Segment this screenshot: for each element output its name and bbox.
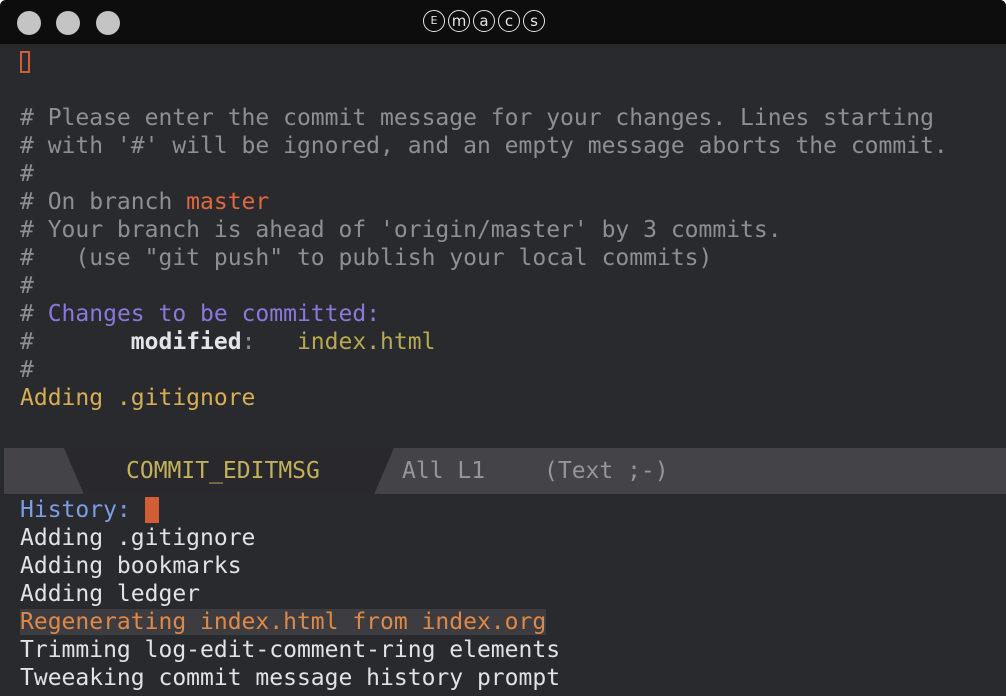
branch-prefix: # On branch	[20, 189, 187, 215]
history-item-label: Adding .gitignore	[20, 525, 256, 551]
history-item-label: Adding ledger	[20, 581, 201, 607]
text-cursor	[20, 51, 30, 73]
maximize-button[interactable]	[96, 11, 120, 35]
major-mode: (Text ;-)	[544, 458, 669, 484]
history-prompt: History:	[20, 497, 131, 523]
minimize-button[interactable]	[56, 11, 80, 35]
title-bar: E m a c s	[0, 0, 1006, 44]
history-item[interactable]: Adding ledger	[20, 580, 1006, 608]
comment-line: #	[20, 357, 34, 383]
emacs-window: E m a c s # Please enter the commit mess…	[0, 0, 1006, 696]
history-item-label: Tweeaking commit message history prompt	[20, 665, 561, 691]
comment-line: # with '#' will be ignored, and an empty…	[20, 133, 948, 159]
cursor-line[interactable]	[20, 48, 1006, 76]
minibuffer[interactable]: History: Adding .gitignore Adding bookma…	[20, 496, 1006, 692]
modified-file-line: # modified: index.html	[20, 328, 1006, 356]
history-item-label: Trimming log-edit-comment-ring elements	[20, 637, 561, 663]
title-letter: s	[523, 10, 545, 32]
push-hint-line: # (use "git push" to publish your local …	[20, 245, 713, 271]
changes-header: Changes to be committed:	[47, 301, 381, 327]
history-item[interactable]: Adding .gitignore	[20, 524, 1006, 552]
comment-line: # Please enter the commit message for yo…	[20, 105, 934, 131]
modified-separator: :	[241, 329, 297, 355]
history-item[interactable]: Trimming log-edit-comment-ring elements	[20, 636, 1006, 664]
title-letter: E	[423, 10, 445, 32]
modified-file: index.html	[296, 329, 436, 355]
comment-line: #	[20, 273, 34, 299]
branch-name: master	[186, 189, 270, 215]
ahead-line: # Your branch is ahead of 'origin/master…	[20, 217, 782, 243]
commit-message-text[interactable]: Adding .gitignore	[20, 384, 1006, 412]
buffer-name: COMMIT_EDITMSG	[126, 458, 320, 484]
close-button[interactable]	[17, 11, 41, 35]
history-item-selected[interactable]: Regenerating index.html from index.org	[20, 608, 1006, 636]
comment-indent: #	[20, 329, 131, 355]
window-title: E m a c s	[423, 10, 545, 36]
history-item[interactable]: Adding bookmarks	[20, 552, 1006, 580]
title-letter: a	[473, 10, 495, 32]
modified-label: modified	[130, 329, 242, 355]
comment-line: #	[20, 161, 34, 187]
history-item-label: Regenerating index.html from index.org	[20, 609, 547, 635]
history-item[interactable]: Tweeaking commit message history prompt	[20, 664, 1006, 692]
commit-message-buffer[interactable]: # Please enter the commit message for yo…	[20, 48, 1006, 412]
minibuffer-cursor	[144, 497, 159, 523]
history-item-label: Adding bookmarks	[20, 553, 242, 579]
comment-hash: #	[20, 301, 48, 327]
history-prompt-line[interactable]: History:	[20, 496, 1006, 524]
mode-line: COMMIT_EDITMSG All L1 (Text ;-)	[4, 448, 1006, 494]
buffer-position: All L1	[402, 458, 486, 484]
changes-header-line: # Changes to be committed:	[20, 300, 1006, 328]
branch-line: # On branch master	[20, 188, 1006, 216]
title-letter: c	[498, 10, 520, 32]
title-letter: m	[448, 10, 470, 32]
